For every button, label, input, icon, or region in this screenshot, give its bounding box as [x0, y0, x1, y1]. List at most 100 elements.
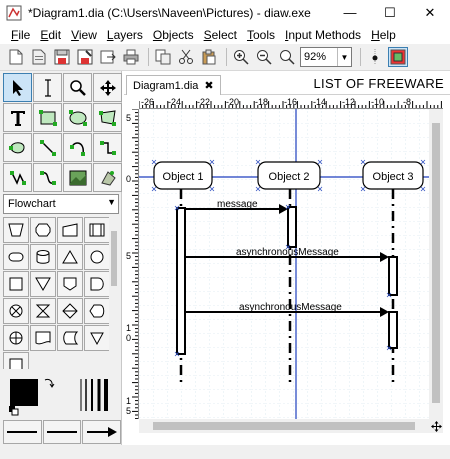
- manual-input-shape[interactable]: [3, 217, 29, 243]
- sheet-select[interactable]: Flowchart ▼: [3, 194, 119, 214]
- message-3-label: asynchronousMessage: [239, 302, 342, 313]
- document-shape[interactable]: [30, 325, 56, 351]
- beziergon-tool-button[interactable]: [3, 133, 32, 162]
- delay-shape[interactable]: [84, 271, 110, 297]
- modify-tool-button[interactable]: [3, 73, 32, 102]
- snap-to-objects-button[interactable]: [388, 47, 408, 67]
- terminal-shape[interactable]: [3, 244, 29, 270]
- activation-3a[interactable]: [388, 256, 398, 296]
- diagram-canvas[interactable]: Object 1 Object 2 Object 3 message async…: [139, 109, 429, 419]
- close-button[interactable]: ✕: [410, 0, 450, 25]
- object-1[interactable]: Object 1: [153, 161, 213, 190]
- process-shape[interactable]: [3, 271, 29, 297]
- ellipse-tool-button[interactable]: [63, 103, 92, 132]
- connector-shape[interactable]: [84, 244, 110, 270]
- copy-button[interactable]: [153, 47, 173, 67]
- menu-edit[interactable]: Edit: [35, 28, 66, 42]
- diamond-icon: [62, 303, 78, 319]
- foreground-color-swatch[interactable]: [10, 379, 38, 406]
- line-tool-button[interactable]: [33, 133, 62, 162]
- bezier-tool-button[interactable]: [33, 163, 62, 192]
- vertical-scrollbar[interactable]: [429, 109, 443, 419]
- zigzag-tool-button[interactable]: [93, 133, 122, 162]
- sort-shape[interactable]: [57, 298, 83, 324]
- menu-tools[interactable]: Tools: [242, 28, 280, 42]
- diagram-tab-bar: Diagram1.dia ✖ LIST OF FREEWARE: [124, 71, 450, 95]
- zoom-in-button[interactable]: [231, 47, 251, 67]
- export-button[interactable]: [98, 47, 118, 67]
- start-arrow-button[interactable]: [3, 420, 42, 444]
- menu-help-mnemonic: H: [371, 27, 380, 42]
- open-button[interactable]: [29, 47, 49, 67]
- color-selector[interactable]: [8, 376, 68, 416]
- line-width-selector[interactable]: [78, 378, 110, 412]
- arrow-style-row: [3, 420, 122, 444]
- navigation-corner-button[interactable]: [429, 419, 443, 433]
- summing-junction-shape[interactable]: [3, 298, 29, 324]
- print-button[interactable]: [121, 47, 141, 67]
- minimize-button[interactable]: —: [330, 0, 370, 25]
- shapes-scrollbar[interactable]: [109, 217, 119, 369]
- polygon-tool-button[interactable]: [93, 103, 122, 132]
- magnetic-disk-shape[interactable]: [30, 244, 56, 270]
- close-tab-icon[interactable]: ✖: [204, 79, 213, 92]
- reset-colors-icon[interactable]: [9, 406, 19, 416]
- save-button[interactable]: [52, 47, 72, 67]
- activation-3b[interactable]: [388, 311, 398, 349]
- overlay-title: LIST OF FREEWARE: [313, 76, 444, 91]
- menu-view[interactable]: View: [66, 28, 102, 42]
- menu-file[interactable]: File: [6, 28, 35, 42]
- polyline-tool-button[interactable]: [3, 163, 32, 192]
- decision-down-shape[interactable]: [84, 325, 110, 351]
- activation-1[interactable]: [176, 207, 186, 355]
- shapes-scrollbar-thumb[interactable]: [111, 231, 117, 286]
- slanted-rect-icon: [62, 223, 78, 237]
- maximize-button[interactable]: ☐: [370, 0, 410, 25]
- snap-to-grid-button[interactable]: [365, 47, 385, 67]
- paste-button[interactable]: [199, 47, 219, 67]
- or-shape[interactable]: [3, 325, 29, 351]
- new-diagram-button[interactable]: [6, 47, 26, 67]
- text-tool-button[interactable]: [3, 103, 32, 132]
- object-3[interactable]: Object 3: [362, 161, 424, 190]
- stored-data-shape[interactable]: [57, 325, 83, 351]
- zoom-fit-button[interactable]: [277, 47, 297, 67]
- triangle-down-icon: [35, 277, 51, 291]
- zoom-select[interactable]: 92% ▼: [300, 47, 352, 67]
- zoom-out-button[interactable]: [254, 47, 274, 67]
- merge-shape[interactable]: [30, 271, 56, 297]
- menu-layers[interactable]: Layers: [102, 28, 148, 42]
- swap-colors-icon[interactable]: [43, 377, 55, 389]
- text-edit-tool-button[interactable]: [33, 73, 62, 102]
- arc-tool-button[interactable]: [63, 133, 92, 162]
- menu-help[interactable]: Help: [366, 28, 401, 42]
- card-shape[interactable]: [3, 352, 29, 369]
- outline-tool-button[interactable]: [93, 163, 122, 192]
- manual-operation-shape[interactable]: [57, 217, 83, 243]
- vertical-scrollbar-thumb[interactable]: [432, 123, 440, 403]
- preparation-shape[interactable]: [30, 217, 56, 243]
- menu-objects[interactable]: Objects: [148, 28, 199, 42]
- cut-button[interactable]: [176, 47, 196, 67]
- extract-shape[interactable]: [57, 244, 83, 270]
- horizontal-ruler-svg: -26 -24 -22 -20 -18 -16 -14 -12 -10 -8: [139, 97, 442, 108]
- diagram-svg[interactable]: Object 1 Object 2 Object 3 message async…: [139, 109, 429, 419]
- predefined-process-shape[interactable]: [84, 217, 110, 243]
- menu-input-methods[interactable]: Input Methods: [280, 28, 366, 42]
- line-style-button[interactable]: [42, 420, 82, 444]
- horizontal-scrollbar[interactable]: [139, 419, 429, 433]
- end-arrow-button[interactable]: [82, 420, 122, 444]
- display-shape[interactable]: [84, 298, 110, 324]
- object-2[interactable]: Object 2: [257, 161, 321, 190]
- image-tool-button[interactable]: [63, 163, 92, 192]
- horizontal-scrollbar-thumb[interactable]: [153, 422, 415, 430]
- activation-2[interactable]: [287, 206, 297, 248]
- menu-select[interactable]: Select: [199, 28, 242, 42]
- collate-shape[interactable]: [30, 298, 56, 324]
- save-as-button[interactable]: [75, 47, 95, 67]
- offpage-connector-shape[interactable]: [57, 271, 83, 297]
- magnify-tool-button[interactable]: [63, 73, 92, 102]
- scroll-tool-button[interactable]: [93, 73, 122, 102]
- diagram-tab[interactable]: Diagram1.dia ✖: [126, 75, 221, 95]
- box-tool-button[interactable]: [33, 103, 62, 132]
